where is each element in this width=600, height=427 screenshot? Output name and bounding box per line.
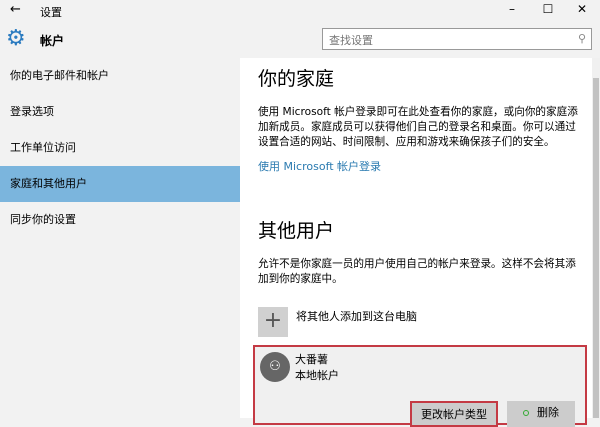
user-name: 大番薯 [295,353,328,366]
maximize-button[interactable]: ☐ [533,2,563,16]
gear-icon: ⚙ [6,26,26,51]
page-title: 帐户 [40,34,65,48]
minimize-button[interactable]: – [497,2,527,16]
close-button[interactable]: ✕ [567,2,597,16]
user-card[interactable]: ⚇ 大番薯 本地帐户 更改帐户类型 删除 [253,345,587,427]
content-pane: 你的家庭 使用 Microsoft 帐户登录即可在此处查看你的家庭，或向你的家庭… [240,58,592,427]
user-type: 本地帐户 [295,369,339,382]
sidebar: 你的电子邮件和帐户 登录选项 工作单位访问 家庭和其他用户 同步你的设置 [0,58,240,418]
title-bar: ← 设置 – ☐ ✕ [0,0,600,22]
scrollbar-thumb[interactable] [593,78,599,418]
delete-label: 删除 [537,406,559,419]
family-description: 使用 Microsoft 帐户登录即可在此处查看你的家庭，或向你的家庭添加新成员… [258,106,578,148]
search-box[interactable]: ⚲ [322,28,592,51]
window-title: 设置 [40,6,62,19]
search-icon[interactable]: ⚲ [578,32,586,45]
delete-button[interactable]: 删除 [507,401,575,427]
header: ⚙ 帐户 ⚲ [0,22,600,58]
change-account-type-button[interactable]: 更改帐户类型 [410,401,498,427]
add-user-button[interactable]: + 将其他人添加到这台电脑 [258,307,592,337]
back-arrow-icon[interactable]: ← [10,2,21,17]
other-users-description: 允许不是你家庭一员的用户使用自己的帐户来登录。这样不会将其添加到你的家庭中。 [258,258,576,285]
family-heading: 你的家庭 [258,68,335,90]
sidebar-item-sign-in-options[interactable]: 登录选项 [0,94,240,130]
microsoft-signin-link[interactable]: 使用 Microsoft 帐户登录 [258,158,592,174]
status-dot-icon [523,410,529,416]
plus-icon: + [258,307,288,337]
sidebar-item-family-other-users[interactable]: 家庭和其他用户 [0,166,240,202]
sidebar-item-work-access[interactable]: 工作单位访问 [0,130,240,166]
add-user-label: 将其他人添加到这台电脑 [296,310,417,323]
sidebar-item-sync-settings[interactable]: 同步你的设置 [0,202,240,238]
other-users-heading: 其他用户 [258,220,335,242]
search-input[interactable] [323,30,563,51]
sidebar-item-email-accounts[interactable]: 你的电子邮件和帐户 [0,58,240,94]
user-avatar-icon: ⚇ [260,352,290,382]
scrollbar[interactable] [592,58,600,418]
